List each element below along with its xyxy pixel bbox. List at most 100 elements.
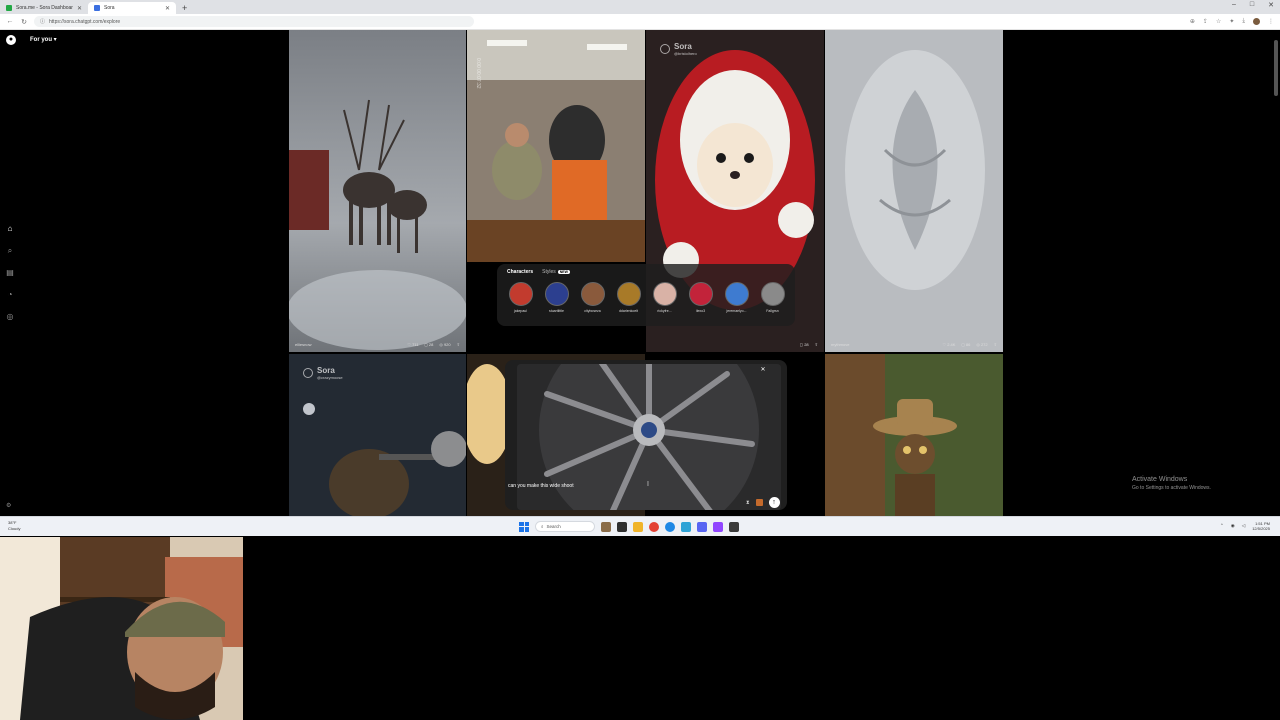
share-icon[interactable]: ⇪	[457, 342, 460, 347]
remix-count[interactable]: ◎ 272	[976, 342, 987, 347]
reload-icon[interactable]: ↻	[20, 18, 28, 26]
widgets-icon[interactable]	[601, 521, 611, 532]
address-bar[interactable]: ⓘ	[34, 16, 474, 27]
taskbar-search[interactable]: ⌕ Search	[535, 521, 595, 532]
tile-username[interactable]: elliesnow	[295, 342, 311, 347]
volume-icon[interactable]: ◁	[1242, 523, 1245, 529]
activate-subtitle: Go to Settings to activate Windows.	[1132, 485, 1211, 491]
remix-count[interactable]: ◎ 920	[439, 342, 450, 347]
home-icon[interactable]: ⌂	[5, 225, 15, 233]
comment-count[interactable]: ◻ 28	[424, 342, 433, 347]
weather-widget[interactable]: 38°F Cloudy	[8, 520, 20, 532]
close-window-icon[interactable]: ✕	[1268, 1, 1274, 9]
tab-styles-label: Styles	[542, 269, 556, 275]
network-icon[interactable]: ◉	[1231, 523, 1235, 529]
character-name: jeremaelyo...	[726, 309, 747, 313]
tab-dashboard[interactable]: Sora.me - Sora Dashboard ✕	[0, 2, 88, 14]
profile-avatar[interactable]	[1253, 18, 1260, 25]
avatar	[760, 282, 785, 306]
feed-selector[interactable]: For you ▾	[30, 36, 57, 43]
character-list: jakepaul stuartlittle cityboseza ddarien…	[507, 282, 786, 313]
character-item[interactable]: stuartlittle	[543, 282, 570, 313]
character-item[interactable]: cityboseza	[579, 282, 606, 313]
tab-characters[interactable]: Characters	[507, 269, 533, 275]
twitch-icon[interactable]	[713, 521, 723, 532]
remove-image-icon[interactable]: ✕	[759, 366, 767, 374]
character-name: ddarienkoelt	[618, 309, 639, 313]
tray-overflow-icon[interactable]: ⌃	[1220, 523, 1224, 529]
video-tile-cowboy-robot[interactable]	[825, 354, 1003, 516]
steam-icon[interactable]	[681, 521, 691, 532]
share-icon[interactable]: ⇪	[815, 342, 818, 347]
avatar	[580, 282, 605, 306]
video-tile-gorilla-court[interactable]: 0:00 00:07:32	[467, 30, 645, 262]
comment-count[interactable]: ◻ 28	[800, 342, 809, 347]
comment-count-value: 28	[428, 342, 434, 347]
storyboard-icon[interactable]	[755, 499, 763, 506]
site-info-icon[interactable]: ⓘ	[40, 18, 45, 25]
tab-sora[interactable]: Sora ✕	[88, 2, 176, 14]
url-input[interactable]	[49, 18, 450, 25]
character-item[interactable]: ilexo3	[687, 282, 714, 313]
tab-styles[interactable]: Styles NEW	[542, 269, 570, 275]
window-controls: – □ ✕	[1232, 1, 1274, 9]
sora-watermark-icon	[303, 368, 313, 378]
character-item[interactable]: ddarienkoelt	[615, 282, 642, 313]
comment-count[interactable]: ◻ 86	[961, 342, 970, 347]
obs-icon[interactable]	[729, 521, 739, 532]
share-icon[interactable]: ⇪	[994, 342, 997, 347]
duration-icon[interactable]: ⧗	[746, 500, 750, 506]
library-icon[interactable]: ▤	[5, 269, 15, 277]
page-scrollbar[interactable]	[1274, 40, 1278, 96]
minimize-icon[interactable]: –	[1232, 1, 1236, 9]
character-item[interactable]: Fallgrsn	[759, 282, 786, 313]
video-thumbnail	[289, 30, 466, 352]
close-tab-icon[interactable]: ✕	[165, 5, 170, 12]
notifications-icon[interactable]: ◔	[5, 291, 15, 299]
share-icon[interactable]: ⇪	[1203, 18, 1208, 25]
video-tile-frosty-tree[interactable]: mythmove ♡ 2.4K ◻ 86 ◎ 272 ⇪	[825, 30, 1003, 352]
clock-date: 12/5/2025	[1252, 526, 1270, 531]
chrome-icon[interactable]	[649, 521, 659, 532]
remix-count-value: 272	[980, 342, 988, 347]
tile-username[interactable]: mythmove	[831, 342, 849, 347]
character-name: ilexo3	[695, 309, 706, 313]
clock[interactable]: 1:51 PM 12/5/2025	[1252, 521, 1270, 531]
menu-icon[interactable]: ⋮	[1268, 18, 1274, 25]
search-icon[interactable]: ⌕	[5, 247, 15, 255]
prompt-input[interactable]	[508, 483, 708, 489]
send-button[interactable]: ↑	[768, 497, 780, 508]
profile-icon[interactable]: ◎	[5, 313, 15, 321]
discord-icon[interactable]	[697, 521, 707, 532]
back-icon[interactable]: ←	[6, 18, 14, 25]
downloads-icon[interactable]: ⤓	[1242, 18, 1245, 25]
new-tab-button[interactable]: +	[176, 2, 193, 14]
settings-icon[interactable]: ⚙	[6, 502, 11, 509]
character-item[interactable]: rickyfre...	[651, 282, 678, 313]
task-view-icon[interactable]	[617, 521, 627, 532]
zoom-icon[interactable]: ⊕	[1190, 18, 1195, 25]
watermark-handle: @bristolhero	[674, 51, 697, 56]
tab-label: Sora.me - Sora Dashboard	[16, 5, 73, 11]
file-explorer-icon[interactable]	[633, 521, 643, 532]
close-tab-icon[interactable]: ✕	[77, 5, 82, 12]
sora-logo-icon[interactable]: ●	[6, 35, 16, 45]
like-count[interactable]: ♡ 2.4K	[943, 342, 956, 347]
character-item[interactable]: jeremaelyo...	[723, 282, 750, 313]
edge-icon[interactable]	[665, 521, 675, 532]
maximize-icon[interactable]: □	[1250, 1, 1254, 9]
sora-watermark-icon	[660, 44, 670, 54]
composer-controls: ⧗ ↑	[746, 497, 780, 508]
extensions-icon[interactable]: ✦	[1229, 18, 1234, 25]
tab-label: Sora	[104, 5, 115, 11]
video-tile-night-bear[interactable]: Sora @crazymoose	[289, 354, 466, 516]
character-item[interactable]: jakepaul	[507, 282, 534, 313]
browser-navbar: ← ↻ ⓘ ⊕ ⇪ ☆ ✦ ⤓ ⋮	[0, 14, 1280, 30]
character-name: jakepaul	[513, 309, 528, 313]
bookmark-icon[interactable]: ☆	[1216, 18, 1221, 25]
start-button[interactable]	[519, 521, 529, 532]
like-count[interactable]: ♡ 711	[407, 342, 418, 347]
character-name: stuartlittle	[549, 309, 564, 313]
video-tile-reindeer[interactable]: elliesnow ♡ 711 ◻ 28 ◎ 920 ⇪	[289, 30, 466, 352]
video-thumbnail	[467, 30, 645, 262]
